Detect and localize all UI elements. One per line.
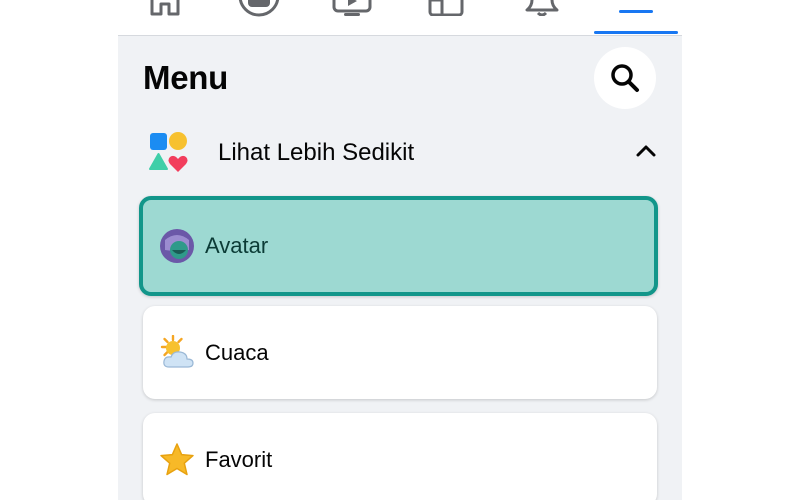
see-less-toggle[interactable]: Lihat Lebih Sedikit <box>143 128 663 178</box>
tab-menu[interactable] <box>594 0 678 34</box>
marketplace-icon <box>428 0 464 16</box>
menu-item-favorites[interactable]: Favorit <box>143 413 657 500</box>
tab-watch[interactable] <box>327 0 377 20</box>
menu-hamburger-icon <box>619 10 653 13</box>
app-window: Menu Lihat Lebih Sedikit Avatar Cuaca Fa… <box>118 0 682 500</box>
tab-home[interactable] <box>140 0 190 20</box>
search-button[interactable] <box>594 47 656 109</box>
chevron-up-icon <box>636 145 656 157</box>
notifications-bell-icon <box>525 0 559 16</box>
page-title: Menu <box>143 59 228 96</box>
home-icon <box>150 0 180 16</box>
menu-item-avatar[interactable]: Avatar <box>139 196 658 296</box>
tab-groups[interactable] <box>234 0 284 20</box>
search-icon <box>611 64 639 92</box>
avatar-icon <box>159 228 195 264</box>
tab-notifications[interactable] <box>517 0 567 20</box>
star-icon <box>159 442 195 478</box>
menu-item-label: Favorit <box>205 446 273 472</box>
top-nav-bar <box>118 0 682 36</box>
see-less-label: Lihat Lebih Sedikit <box>218 139 415 166</box>
weather-sun-cloud-icon <box>159 334 195 371</box>
tab-marketplace[interactable] <box>421 0 471 20</box>
shapes-icon <box>143 130 189 176</box>
groups-icon <box>238 0 280 17</box>
menu-item-label: Avatar <box>205 233 269 258</box>
menu-item-weather[interactable]: Cuaca <box>143 306 657 399</box>
menu-item-label: Cuaca <box>205 339 269 365</box>
screen: Menu Lihat Lebih Sedikit Avatar Cuaca Fa… <box>0 0 800 500</box>
watch-video-icon <box>332 0 372 16</box>
